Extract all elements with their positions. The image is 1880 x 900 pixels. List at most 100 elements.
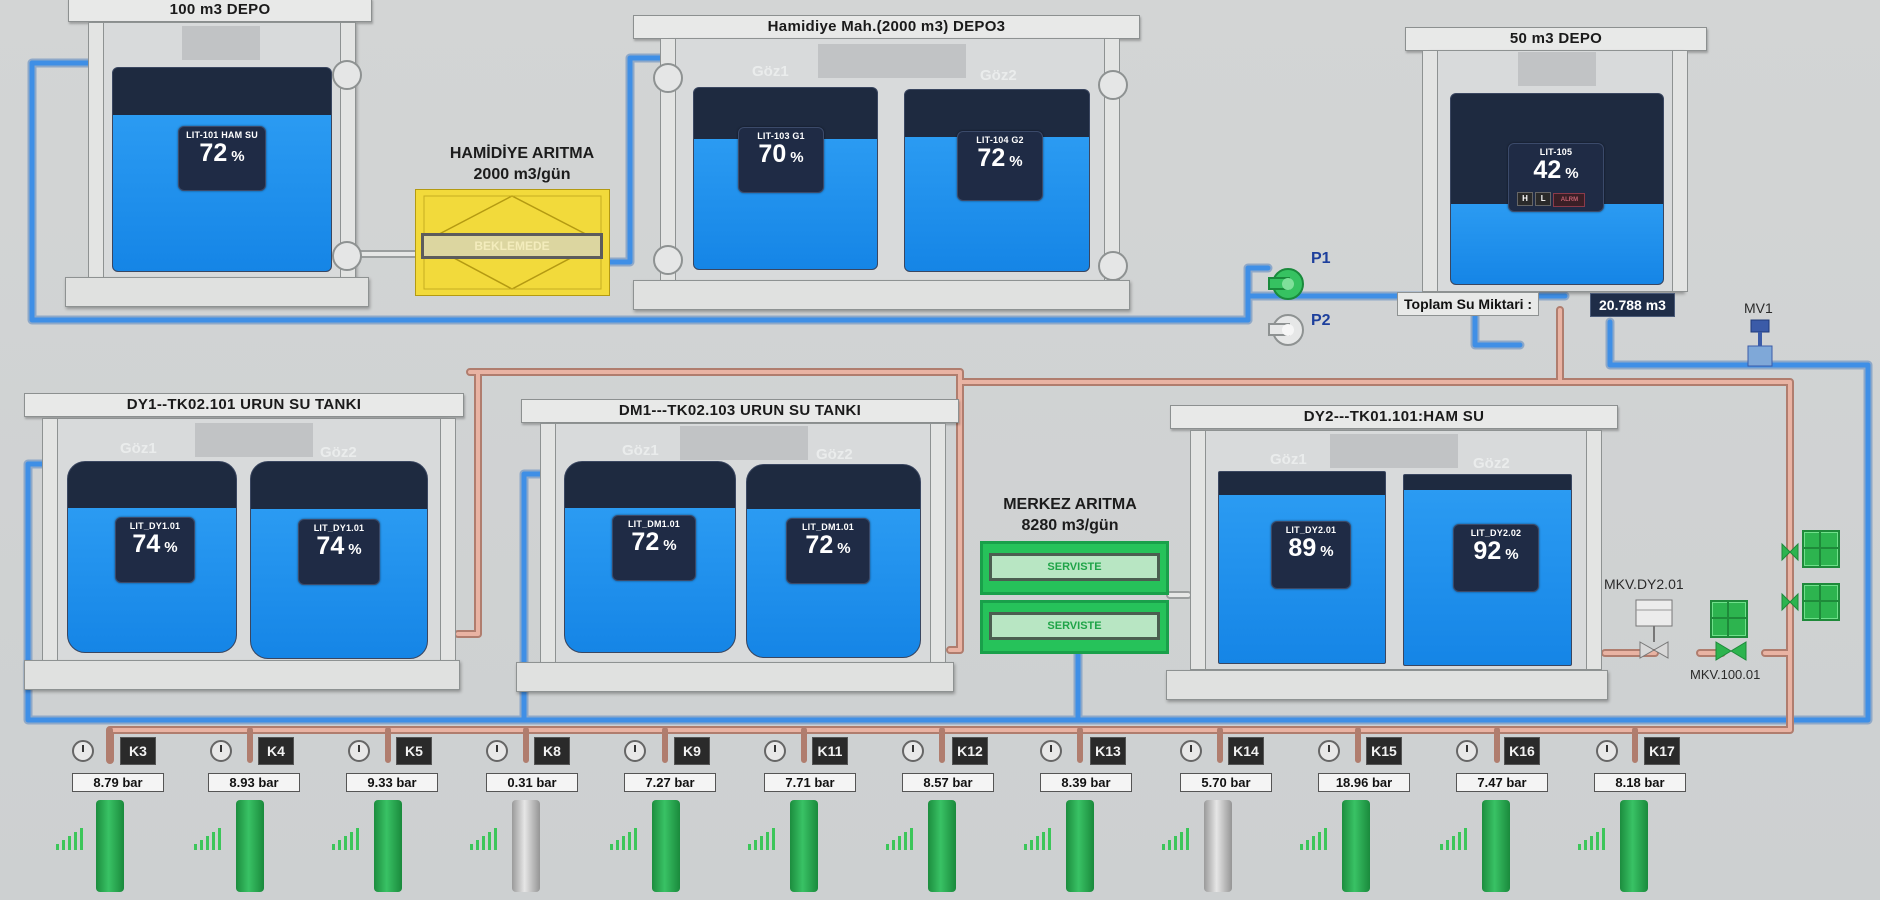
low-level-indicator: L bbox=[1535, 192, 1552, 206]
well-pressure: 18.96 bar bbox=[1318, 773, 1410, 792]
hamidiye-g1-level-display: LIT-103 G1 70% bbox=[738, 127, 824, 193]
hamidiye-g2-level-display: LIT-104 G2 72% bbox=[957, 131, 1043, 201]
signal-icon bbox=[470, 826, 506, 850]
well-pump-icon bbox=[236, 800, 264, 892]
pressure-gauge-icon bbox=[1040, 740, 1062, 762]
hamidiye-depo-valve-br[interactable] bbox=[1098, 251, 1128, 281]
dy2-column-right bbox=[1586, 430, 1602, 670]
dy1-column-left bbox=[42, 418, 58, 662]
depo-50-water bbox=[1451, 204, 1663, 284]
level-unit: % bbox=[164, 539, 178, 556]
well-id: K4 bbox=[258, 737, 294, 765]
pressure-gauge-icon bbox=[1596, 740, 1618, 762]
level-value-row: 74% bbox=[299, 533, 379, 563]
depo-50-title: 50 m3 DEPO bbox=[1405, 27, 1707, 51]
well-pump-icon bbox=[512, 800, 540, 892]
well-pump-icon bbox=[928, 800, 956, 892]
depo-100-base bbox=[65, 277, 369, 307]
signal-icon bbox=[1440, 826, 1476, 850]
dm1-tank-title: DM1---TK02.103 URUN SU TANKI bbox=[521, 399, 959, 423]
level-unit: % bbox=[348, 541, 362, 558]
level-value-row: 72% bbox=[613, 529, 695, 559]
well-pressure: 8.93 bar bbox=[208, 773, 300, 792]
level-value: 74 bbox=[132, 530, 161, 558]
level-value-row: 92% bbox=[1454, 538, 1538, 568]
signal-icon bbox=[1300, 826, 1336, 850]
level-value: 42 bbox=[1533, 156, 1562, 184]
well-pump-icon bbox=[1204, 800, 1232, 892]
dy1-goz2-label: Göz2 bbox=[320, 444, 357, 461]
dy1-g1-level-display: LIT_DY1.01 74% bbox=[115, 517, 195, 583]
well-pressure: 8.79 bar bbox=[72, 773, 164, 792]
merkez-aritma-unit-2[interactable]: SERVISTE bbox=[980, 600, 1169, 654]
level-value-row: 72% bbox=[179, 140, 265, 170]
signal-icon bbox=[886, 826, 922, 850]
hamidiye-goz1-label: Göz1 bbox=[752, 63, 789, 80]
depo-100-valve-bottom[interactable] bbox=[332, 241, 362, 271]
pressure-gauge-icon bbox=[210, 740, 232, 762]
hamidiye-depo-title: Hamidiye Mah.(2000 m3) DEPO3 bbox=[633, 15, 1140, 39]
pump-p1-label: P1 bbox=[1311, 250, 1331, 267]
dy1-goz1-label: Göz1 bbox=[120, 440, 157, 457]
well-pump-icon bbox=[790, 800, 818, 892]
level-value-row: 72% bbox=[787, 532, 869, 562]
well-id: K15 bbox=[1366, 737, 1402, 765]
merkez-aritma-unit-1[interactable]: SERVISTE bbox=[980, 541, 1169, 595]
level-value: 89 bbox=[1288, 534, 1317, 562]
level-unit: % bbox=[1009, 153, 1023, 170]
merkez-aritma-status-1: SERVISTE bbox=[989, 553, 1160, 581]
well-pump-icon bbox=[374, 800, 402, 892]
signal-icon bbox=[194, 826, 230, 850]
total-water-value: 20.788 m3 bbox=[1590, 293, 1675, 317]
dm1-column-left bbox=[540, 423, 556, 665]
well-id: K12 bbox=[952, 737, 988, 765]
hamidiye-aritma-unit[interactable]: BEKLEMEDE bbox=[415, 189, 610, 296]
pump-p2-icon bbox=[1268, 314, 1304, 346]
signal-icon bbox=[1162, 826, 1198, 850]
well-pump-icon bbox=[96, 800, 124, 892]
mkv-dy2-valve-icon[interactable] bbox=[1630, 596, 1680, 666]
pressure-gauge-icon bbox=[1318, 740, 1340, 762]
right-valves-icon bbox=[1781, 542, 1799, 612]
high-level-indicator: H bbox=[1517, 192, 1533, 206]
well-pump-icon bbox=[1620, 800, 1648, 892]
mv1-label: MV1 bbox=[1744, 300, 1773, 316]
mkv-100-valve-icon[interactable] bbox=[1712, 636, 1752, 666]
hamidiye-depo-valve-tl[interactable] bbox=[653, 63, 683, 93]
well-id: K5 bbox=[396, 737, 432, 765]
hamidiye-aritma-status: BEKLEMEDE bbox=[421, 233, 603, 259]
level-unit: % bbox=[1505, 546, 1519, 563]
depo-100-valve-top[interactable] bbox=[332, 60, 362, 90]
pump-p2-label: P2 bbox=[1311, 312, 1331, 329]
dy2-column-left bbox=[1190, 430, 1206, 670]
dm1-g2-level-display: LIT_DM1.01 72% bbox=[786, 518, 870, 584]
dy1-g2-level-display: LIT_DY1.01 74% bbox=[298, 519, 380, 585]
level-unit: % bbox=[790, 149, 804, 166]
right-actuator-2[interactable] bbox=[1802, 583, 1840, 621]
depo-50-column-right bbox=[1672, 50, 1688, 292]
dm1-id-plate bbox=[680, 426, 808, 460]
dy1-base bbox=[24, 660, 460, 690]
mkv-100-actuator[interactable] bbox=[1710, 600, 1748, 638]
well-id: K3 bbox=[120, 737, 156, 765]
mv1-valve-icon[interactable] bbox=[1740, 318, 1780, 378]
well-id: K14 bbox=[1228, 737, 1264, 765]
depo-50-indicators: H L ALRM bbox=[1517, 192, 1586, 207]
dy2-id-plate bbox=[1330, 434, 1458, 468]
well-pressure: 0.31 bar bbox=[486, 773, 578, 792]
hamidiye-depo-valve-bl[interactable] bbox=[653, 245, 683, 275]
pressure-gauge-icon bbox=[72, 740, 94, 762]
level-value-row: 42% bbox=[1509, 157, 1603, 187]
hamidiye-depo-valve-tr[interactable] bbox=[1098, 70, 1128, 100]
pressure-gauge-icon bbox=[1180, 740, 1202, 762]
level-value-row: 70% bbox=[739, 141, 823, 171]
signal-icon bbox=[56, 826, 92, 850]
right-actuator-1[interactable] bbox=[1802, 530, 1840, 568]
well-pressure: 8.57 bar bbox=[902, 773, 994, 792]
well-pressure: 8.18 bar bbox=[1594, 773, 1686, 792]
level-unit: % bbox=[837, 540, 851, 557]
level-value: 74 bbox=[316, 532, 345, 560]
level-value: 72 bbox=[805, 531, 834, 559]
pressure-gauge-icon bbox=[624, 740, 646, 762]
level-unit: % bbox=[1565, 165, 1579, 182]
